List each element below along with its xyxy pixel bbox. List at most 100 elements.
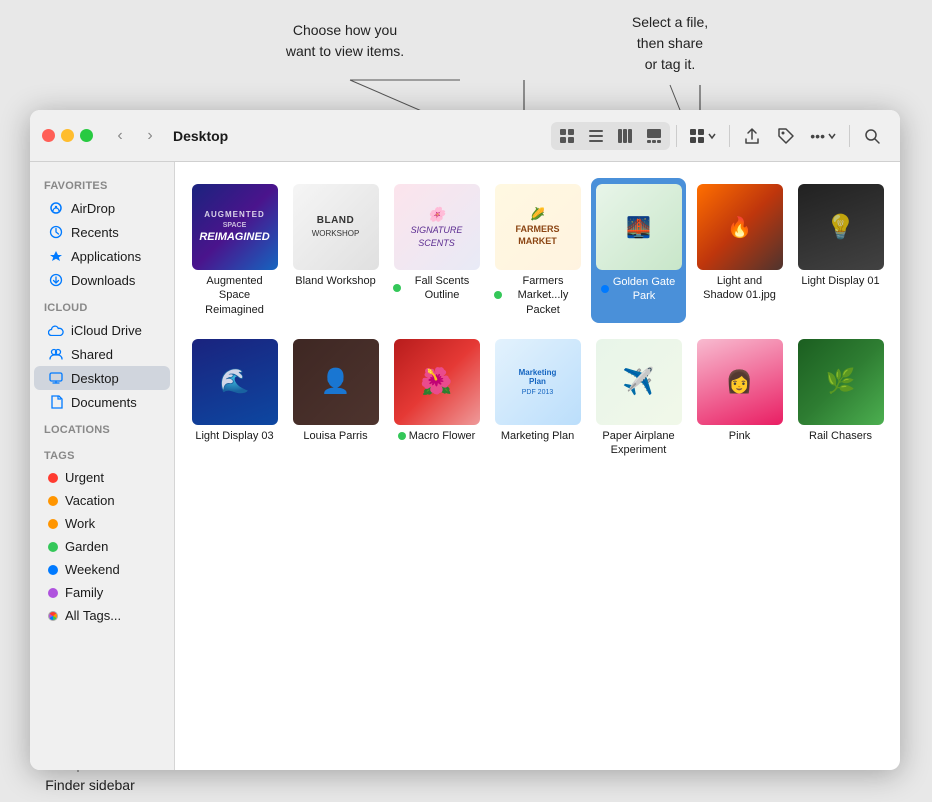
sidebar-item-shared[interactable]: Shared <box>34 342 170 366</box>
tag-garden-dot <box>48 542 58 552</box>
finder-window: ‹ › Desktop <box>30 110 900 770</box>
file-item-rail[interactable]: 🌿 Rail Chasers <box>793 333 888 464</box>
file-item-golden[interactable]: 🌉 Golden Gate Park <box>591 178 686 323</box>
file-thumb-light03: 🌊 <box>192 339 278 425</box>
search-button[interactable] <box>856 122 888 150</box>
sidebar-label-tag-work: Work <box>65 516 95 531</box>
view-icon-btn[interactable] <box>553 124 581 148</box>
share-button[interactable] <box>736 122 768 150</box>
file-item-pink[interactable]: 👩 Pink <box>692 333 787 464</box>
close-button[interactable] <box>42 129 55 142</box>
file-name-marketing: Marketing Plan <box>501 429 574 443</box>
sidebar-label-documents: Documents <box>71 395 137 410</box>
file-item-augmented[interactable]: AUGMENTED SPACE REIMAGINED Augmented Spa… <box>187 178 282 323</box>
tag-family-dot <box>48 588 58 598</box>
file-name-rail: Rail Chasers <box>809 429 872 443</box>
file-thumb-marketing: MarketingPlan PDF 2013 <box>495 339 581 425</box>
file-item-louisa[interactable]: 👤 Louisa Parris <box>288 333 383 464</box>
sidebar-label-tag-garden: Garden <box>65 539 108 554</box>
file-tag-macro <box>398 432 406 440</box>
sidebar-label-desktop: Desktop <box>71 371 119 386</box>
file-name-augmented: Augmented Space Reimagined <box>191 274 278 317</box>
group-by-button[interactable] <box>683 125 723 147</box>
callout-view-items: Choose how youwant to view items. <box>255 20 435 62</box>
tag-button[interactable] <box>770 122 802 150</box>
forward-button[interactable]: › <box>139 125 161 147</box>
sidebar-label-applications: Applications <box>71 249 141 264</box>
view-gallery-btn[interactable] <box>640 124 668 148</box>
file-name-bland: Bland Workshop <box>295 274 376 288</box>
file-thumb-farmers: 🌽 FARMERSMARKET <box>495 184 581 270</box>
file-item-fall[interactable]: 🌸 SIGNATURESCENTS Fall Scents Outline <box>389 178 484 323</box>
recents-icon <box>48 224 64 240</box>
sidebar-item-desktop[interactable]: Desktop <box>34 366 170 390</box>
file-thumb-light-shadow: 🔥 <box>697 184 783 270</box>
file-thumb-rail: 🌿 <box>798 339 884 425</box>
sidebar-item-documents[interactable]: Documents <box>34 390 170 414</box>
sidebar-item-downloads[interactable]: Downloads <box>34 268 170 292</box>
sidebar-item-airdrop[interactable]: AirDrop <box>34 196 170 220</box>
view-list-btn[interactable] <box>582 124 610 148</box>
file-item-bland[interactable]: BLAND WORKSHOP Bland Workshop <box>288 178 383 323</box>
file-thumb-paper: ✈️ <box>596 339 682 425</box>
sidebar-section-favorites: Favorites <box>30 170 174 196</box>
file-tag-golden <box>601 285 609 293</box>
sidebar-label-airdrop: AirDrop <box>71 201 115 216</box>
tag-weekend-dot <box>48 565 58 575</box>
file-thumb-bland: BLAND WORKSHOP <box>293 184 379 270</box>
file-item-marketing[interactable]: MarketingPlan PDF 2013 Marketing Plan <box>490 333 585 464</box>
file-name-golden: Golden Gate Park <box>595 274 682 305</box>
file-name-farmers: Farmers Market...ly Packet <box>494 274 581 317</box>
file-item-light01[interactable]: 💡 Light Display 01 <box>793 178 888 323</box>
file-thumb-pink: 👩 <box>697 339 783 425</box>
traffic-lights <box>42 129 93 142</box>
more-button[interactable]: ••• <box>804 125 843 147</box>
file-name-pink: Pink <box>729 429 750 443</box>
file-tag-farmers <box>494 291 502 299</box>
sidebar-item-recents[interactable]: Recents <box>34 220 170 244</box>
file-name-light01: Light Display 01 <box>801 274 879 288</box>
sidebar-label-tag-vacation: Vacation <box>65 493 115 508</box>
file-item-macro[interactable]: 🌺 Macro Flower <box>389 333 484 464</box>
maximize-button[interactable] <box>80 129 93 142</box>
tag-vacation-dot <box>48 496 58 506</box>
sidebar-label-tag-weekend: Weekend <box>65 562 120 577</box>
sidebar-item-tag-work[interactable]: Work <box>34 512 170 535</box>
file-name-paper: Paper Airplane Experiment <box>595 429 682 458</box>
desktop-icon <box>48 370 64 386</box>
file-area: AUGMENTED SPACE REIMAGINED Augmented Spa… <box>175 162 900 770</box>
view-column-btn[interactable] <box>611 124 639 148</box>
sidebar-item-tag-all[interactable]: All Tags... <box>34 604 170 627</box>
file-name-macro: Macro Flower <box>398 429 476 443</box>
content-area: Favorites AirDrop Recents Applications <box>30 162 900 770</box>
file-item-light-shadow[interactable]: 🔥 Light and Shadow 01.jpg <box>692 178 787 323</box>
airdrop-icon <box>48 200 64 216</box>
sidebar-item-tag-weekend[interactable]: Weekend <box>34 558 170 581</box>
file-item-farmers[interactable]: 🌽 FARMERSMARKET Farmers Market...ly Pack… <box>490 178 585 323</box>
sidebar-item-tag-vacation[interactable]: Vacation <box>34 489 170 512</box>
sidebar-item-tag-urgent[interactable]: Urgent <box>34 466 170 489</box>
sidebar-section-icloud: iCloud <box>30 292 174 318</box>
file-grid: AUGMENTED SPACE REIMAGINED Augmented Spa… <box>187 178 888 463</box>
more-dots: ••• <box>810 128 825 144</box>
tag-work-dot <box>48 519 58 529</box>
file-name-louisa: Louisa Parris <box>303 429 367 443</box>
file-item-paper[interactable]: ✈️ Paper Airplane Experiment <box>591 333 686 464</box>
tag-urgent-dot <box>48 473 58 483</box>
file-item-light03[interactable]: 🌊 Light Display 03 <box>187 333 282 464</box>
file-name-fall: Fall Scents Outline <box>393 274 480 303</box>
sidebar-label-recents: Recents <box>71 225 119 240</box>
file-thumb-augmented: AUGMENTED SPACE REIMAGINED <box>192 184 278 270</box>
applications-icon <box>48 248 64 264</box>
file-name-light-shadow: Light and Shadow 01.jpg <box>696 274 783 303</box>
sidebar-item-tag-garden[interactable]: Garden <box>34 535 170 558</box>
back-button[interactable]: ‹ <box>109 125 131 147</box>
sidebar-item-tag-family[interactable]: Family <box>34 581 170 604</box>
minimize-button[interactable] <box>61 129 74 142</box>
sidebar-item-applications[interactable]: Applications <box>34 244 170 268</box>
tag-all-dot <box>48 611 58 621</box>
sidebar-item-icloud-drive[interactable]: iCloud Drive <box>34 318 170 342</box>
sidebar-label-tag-family: Family <box>65 585 103 600</box>
sep1 <box>676 125 677 147</box>
sidebar: Favorites AirDrop Recents Applications <box>30 162 175 770</box>
